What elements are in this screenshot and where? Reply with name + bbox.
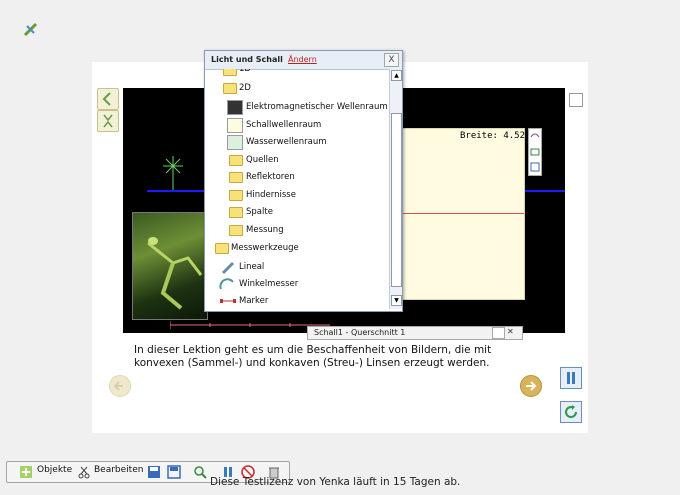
wave-tools-strip[interactable]: [528, 128, 542, 176]
mantis-photo: [132, 212, 208, 320]
popup-list: 1D 2D Elektromagnetischer Wellenraum Scha…: [205, 69, 389, 309]
scroll-up-icon[interactable]: ▲: [391, 70, 402, 81]
save-as-icon[interactable]: [167, 465, 181, 479]
popup-header: Licht und Schall Ändern X: [205, 51, 402, 70]
tab-close-icon[interactable]: ✕: [507, 327, 514, 336]
sound-wave-area[interactable]: [398, 128, 525, 300]
library-popup: Licht und Schall Ändern X 1D 2D Elektrom…: [204, 50, 403, 312]
lesson-text: In dieser Lektion geht es um die Beschaf…: [134, 344, 492, 369]
edit-button[interactable]: Bearbeiten: [94, 465, 143, 475]
wave-line-right: [523, 190, 565, 192]
cross-section-tab-label: Schall1 - Querschnitt 1: [314, 328, 406, 337]
cross-section-tab[interactable]: Schall1 - Querschnitt 1 ✕: [307, 326, 523, 340]
license-notice: Diese Testlizenz von Yenka läuft in 15 T…: [210, 476, 461, 488]
swatch-icon: [227, 100, 243, 115]
save-icon[interactable]: [147, 465, 161, 479]
list-item[interactable]: Wasserwellenraum: [246, 137, 327, 147]
swatch-icon: [227, 135, 243, 150]
collapse-toggle-button[interactable]: [97, 88, 119, 110]
popup-close-button[interactable]: X: [384, 53, 399, 67]
measurement-ruler[interactable]: [170, 320, 330, 330]
list-item[interactable]: Hindernisse: [246, 190, 296, 200]
folder-icon: [229, 207, 243, 218]
folder-icon: [229, 224, 243, 236]
arrow-left-icon: [113, 381, 123, 391]
list-item-1d[interactable]: 1D: [239, 69, 251, 74]
next-button[interactable]: [520, 375, 542, 397]
light-source-icon[interactable]: [159, 154, 187, 192]
list-item-lineal[interactable]: Lineal: [239, 262, 264, 272]
scroll-down-icon[interactable]: ▼: [391, 295, 402, 306]
list-view-icon[interactable]: [569, 93, 583, 107]
marker-icon: [220, 299, 236, 303]
previous-button[interactable]: [109, 375, 131, 397]
list-item[interactable]: Elektromagnetischer Wellenraum: [246, 102, 388, 112]
scissors-icon[interactable]: [77, 465, 91, 479]
protractor-icon: [219, 278, 234, 290]
split-icon: [103, 114, 113, 128]
folder-icon: [229, 154, 243, 166]
objects-button[interactable]: Objekte: [37, 465, 72, 475]
change-link[interactable]: Ändern: [288, 55, 317, 64]
folder-icon: [229, 189, 243, 201]
swatch-icon: [227, 117, 243, 133]
mantis-image-icon: [147, 237, 203, 310]
list-item[interactable]: Reflektoren: [246, 172, 295, 182]
popup-title: Licht und Schall: [211, 55, 283, 64]
list-item[interactable]: Spalte: [246, 207, 273, 217]
zoom-icon[interactable]: [193, 465, 207, 479]
expand-toggle-button[interactable]: [97, 110, 119, 132]
yenka-logo-icon: [23, 22, 38, 37]
list-item[interactable]: Quellen: [246, 155, 279, 165]
refresh-icon: [565, 405, 578, 419]
open-folder-icon: [215, 243, 229, 254]
tab-restore-button[interactable]: [492, 327, 505, 339]
list-item-2d[interactable]: 2D: [239, 83, 251, 93]
list-item-messwerkzeuge[interactable]: Messwerkzeuge: [231, 243, 299, 253]
ruler-icon: [221, 261, 235, 275]
pause-icon: [567, 372, 575, 384]
folder-icon: [229, 172, 243, 183]
wave-tools-icon: [530, 133, 540, 172]
arrow-toggle-icon: [102, 92, 111, 106]
list-item-marker[interactable]: Marker: [239, 296, 268, 306]
cross-section-line[interactable]: [398, 213, 524, 214]
width-readout: Breite: 4.52 m: [460, 131, 536, 141]
list-item[interactable]: Schallwellenraum: [246, 120, 321, 130]
reset-button[interactable]: [560, 401, 582, 423]
scroll-thumb[interactable]: [391, 113, 402, 287]
list-item[interactable]: Messung: [246, 225, 284, 235]
popup-scrollbar[interactable]: ▲ ▼: [389, 69, 402, 309]
pause-button[interactable]: [560, 367, 582, 389]
objects-add-icon[interactable]: [19, 465, 33, 479]
arrow-right-icon: [526, 381, 537, 391]
folder-icon: [223, 69, 237, 76]
open-folder-icon: [223, 83, 237, 94]
list-item-winkelmesser[interactable]: Winkelmesser: [239, 279, 298, 289]
